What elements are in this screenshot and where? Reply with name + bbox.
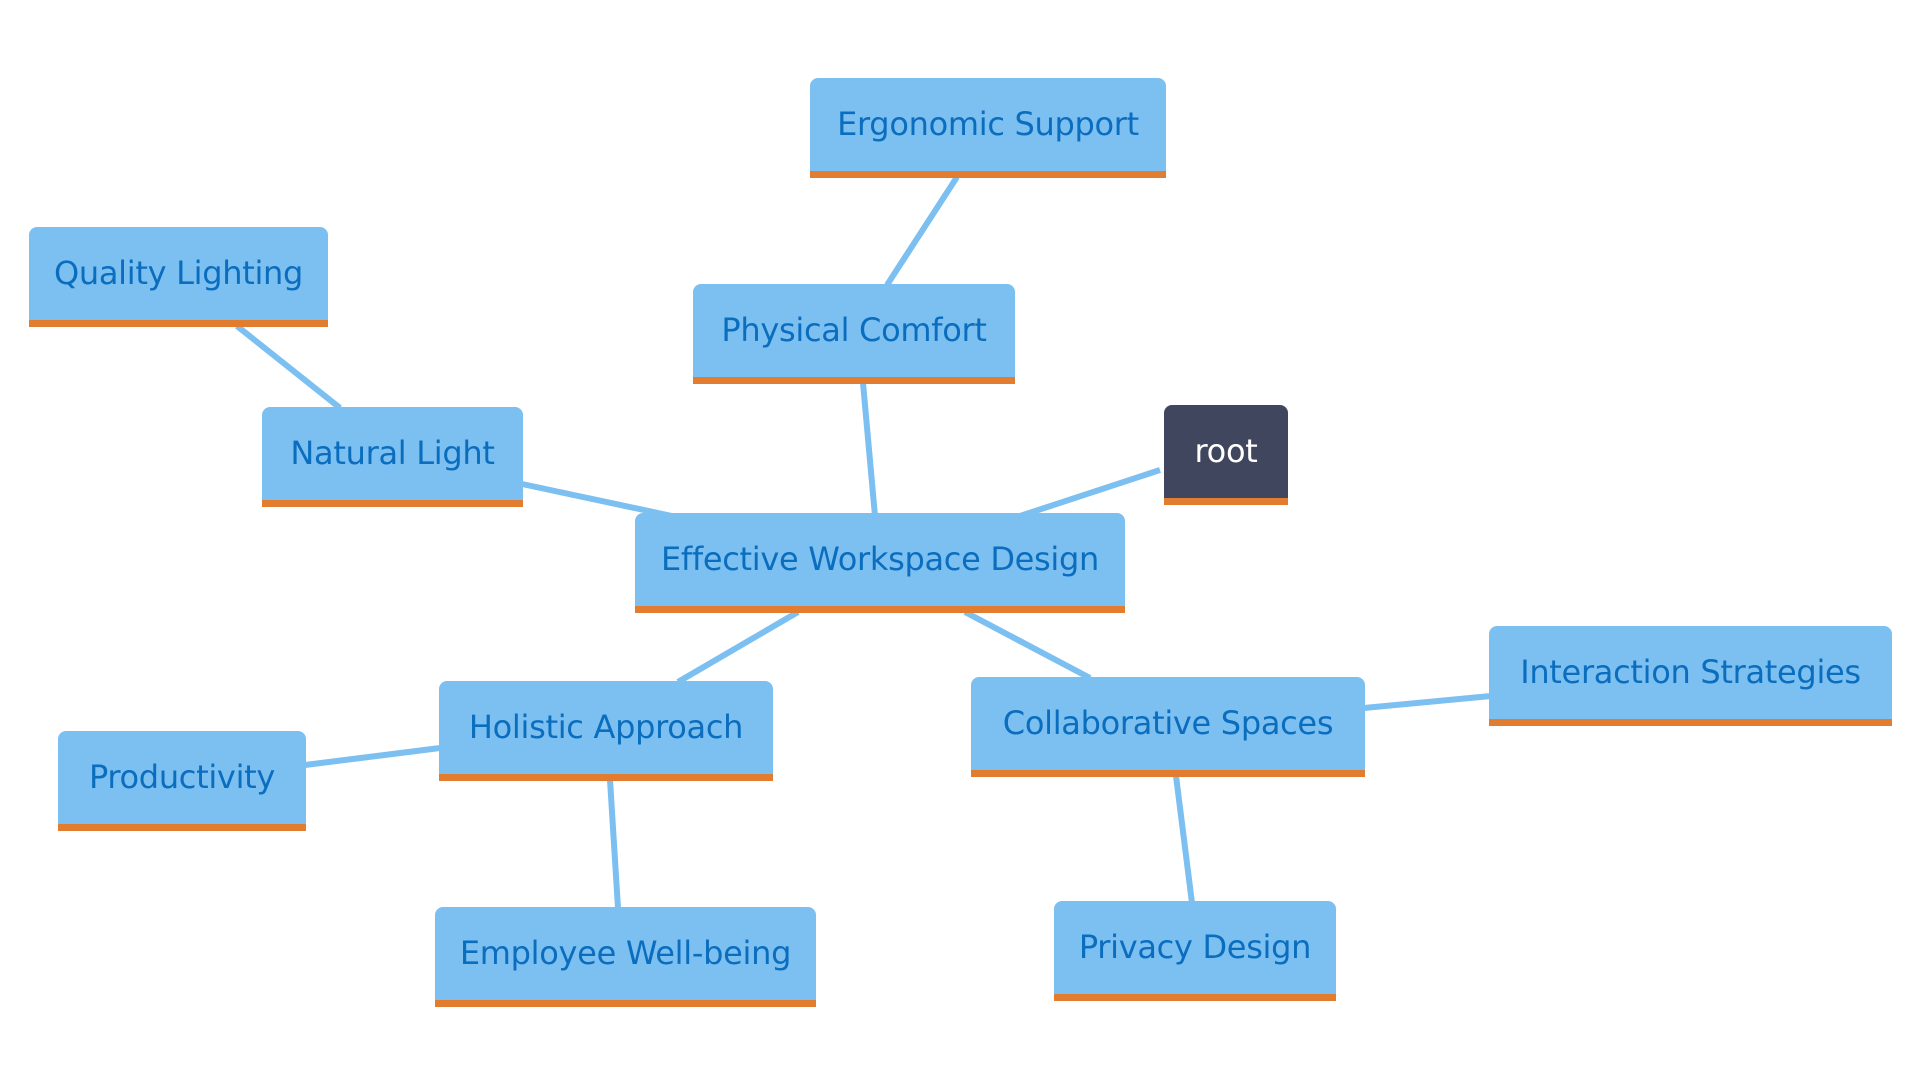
node-quality-lighting[interactable]: Quality Lighting [29, 227, 328, 327]
node-natural-light[interactable]: Natural Light [262, 407, 523, 507]
node-privacy-design[interactable]: Privacy Design [1054, 901, 1336, 1001]
node-label: Employee Well-being [459, 933, 792, 972]
node-interaction-strategies[interactable]: Interaction Strategies [1489, 626, 1892, 726]
node-label: Ergonomic Support [837, 104, 1139, 143]
node-ergonomic-support[interactable]: Ergonomic Support [810, 78, 1166, 178]
edge-center-holistic-approach [676, 609, 800, 685]
edge-holistic-approach-productivity [304, 745, 441, 768]
edge-physical-comfort-ergonomic-support [884, 175, 960, 287]
node-holistic-approach[interactable]: Holistic Approach [439, 681, 773, 781]
edge-center-physical-comfort [860, 382, 878, 517]
edge-center-collaborative-spaces [963, 609, 1092, 681]
node-label: Physical Comfort [721, 310, 987, 349]
edge-holistic-approach-employee-wellbeing [607, 779, 621, 909]
node-effective-workspace-design[interactable]: Effective Workspace Design [635, 513, 1125, 613]
edge-collaborative-spaces-privacy-design [1173, 775, 1195, 904]
node-label: Interaction Strategies [1520, 652, 1861, 691]
node-label: Effective Workspace Design [660, 539, 1100, 578]
node-productivity[interactable]: Productivity [58, 731, 306, 831]
node-employee-wellbeing[interactable]: Employee Well-being [435, 907, 816, 1007]
node-physical-comfort[interactable]: Physical Comfort [693, 284, 1015, 384]
edge-collaborative-spaces-interaction-strategies [1363, 693, 1492, 711]
node-label: Productivity [88, 757, 276, 796]
node-label: Collaborative Spaces [1002, 703, 1334, 742]
node-label: Quality Lighting [53, 253, 304, 292]
edge-natural-light-quality-lighting [235, 323, 342, 411]
edge-center-natural-light [521, 481, 673, 519]
node-label: Holistic Approach [468, 707, 744, 746]
node-root[interactable]: root [1164, 405, 1288, 505]
edge-root-center [1019, 467, 1161, 519]
node-collaborative-spaces[interactable]: Collaborative Spaces [971, 677, 1365, 777]
node-label: Natural Light [290, 433, 495, 472]
node-label: Privacy Design [1078, 927, 1312, 966]
node-label: root [1194, 431, 1258, 470]
